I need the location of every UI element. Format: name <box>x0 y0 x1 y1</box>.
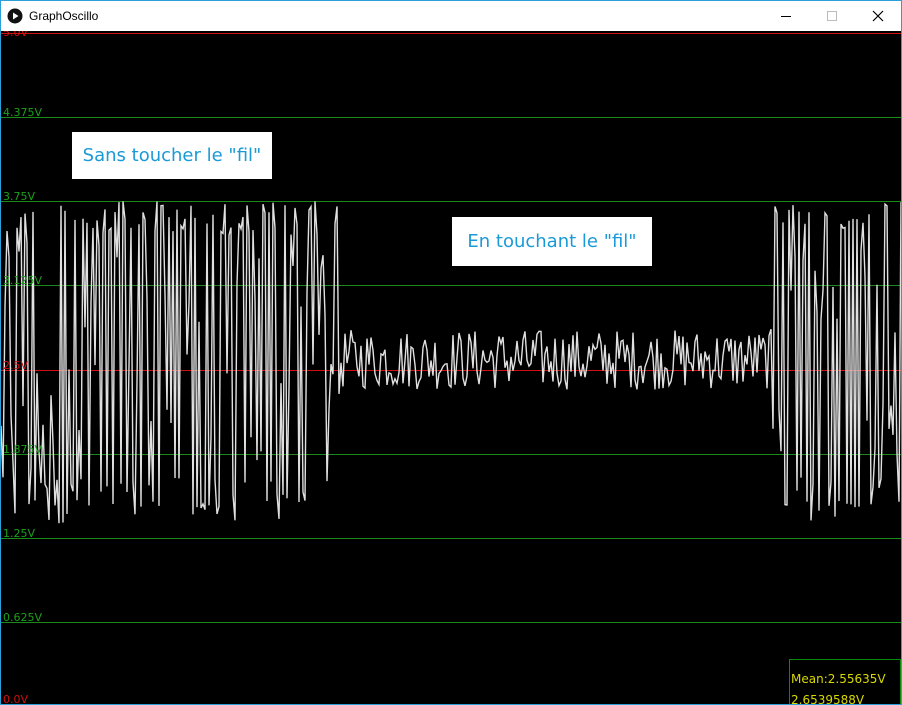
maximize-icon <box>827 11 837 21</box>
y-axis-label: 3.75V <box>3 189 36 203</box>
close-icon <box>872 10 884 22</box>
title-bar[interactable]: GraphOscillo <box>1 1 901 31</box>
window-controls <box>763 1 901 31</box>
oscilloscope-canvas: 5.0V 4.375V 3.75V 3.125V 2.5V 1.875V 1.25V 0.62… <box>1 31 901 704</box>
y-axis-label: 5.0V <box>3 31 29 39</box>
app-logo-icon <box>7 8 23 24</box>
window-title: GraphOscillo <box>29 9 99 23</box>
y-axis-label: 3.125V <box>3 273 43 287</box>
annotation-touched: En touchant le "fil" <box>452 217 652 266</box>
y-axis-label: 0.625V <box>3 610 43 624</box>
y-axis-label: 2.5V <box>3 358 29 372</box>
y-axis-label: 1.875V <box>3 442 43 456</box>
annotation-touched-text: En touchant le "fil" <box>467 231 637 252</box>
signal-trace <box>1 201 901 524</box>
mean-readout: Mean:2.55635V <box>791 672 886 686</box>
current-value-readout: 2.6539588V <box>791 693 865 704</box>
annotation-untouched: Sans toucher le "fil" <box>72 132 272 179</box>
y-axis-label: 4.375V <box>3 105 43 119</box>
y-axis-label: 0.0V <box>3 693 29 705</box>
stats-panel: Mean:2.55635V 2.6539588V <box>789 659 901 704</box>
maximize-button[interactable] <box>809 1 855 31</box>
annotation-untouched-text: Sans toucher le "fil" <box>82 145 262 166</box>
close-button[interactable] <box>855 1 901 31</box>
y-axis-label: 1.25V <box>3 526 36 540</box>
minimize-icon <box>781 16 791 17</box>
minimize-button[interactable] <box>763 1 809 31</box>
app-window: GraphOscillo 5.0V 4.375V 3.75V 3.125V 2.5V 1.… <box>0 0 902 705</box>
